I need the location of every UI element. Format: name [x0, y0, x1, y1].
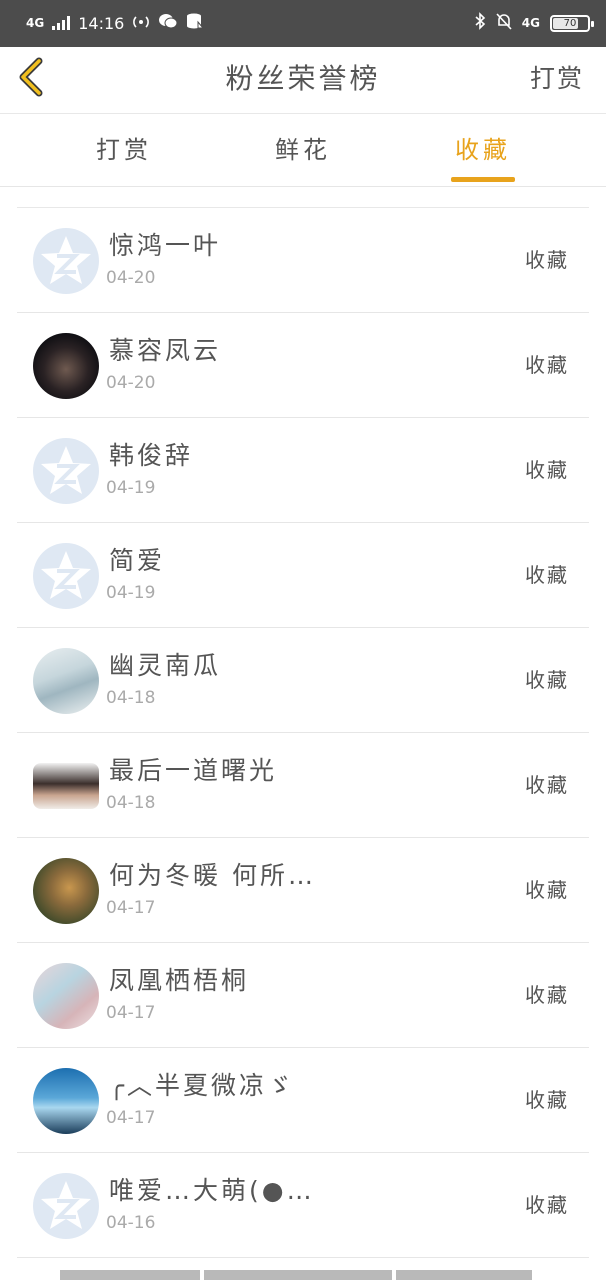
- battery-level: 70: [563, 17, 577, 29]
- default-avatar-icon: [33, 1173, 99, 1239]
- action-label: 收藏: [525, 353, 569, 377]
- fan-name: 幽灵南瓜: [109, 651, 222, 680]
- action-label: 收藏: [525, 1193, 569, 1217]
- action-label: 收藏: [525, 878, 569, 902]
- wechat-icon: [158, 13, 178, 33]
- default-avatar-icon: [33, 543, 99, 609]
- action-label: 收藏: [525, 668, 569, 692]
- avatar: [33, 1068, 99, 1134]
- tab-flowers[interactable]: 鲜花: [243, 130, 363, 165]
- bell-muted-icon: [496, 12, 512, 34]
- list-item[interactable]: 唯爱…大萌(●… 04-16 收藏: [17, 1153, 589, 1258]
- network-type-left: 4G: [26, 16, 45, 30]
- hotspot-icon: [132, 14, 150, 33]
- tab-reward[interactable]: 打赏: [64, 130, 184, 165]
- tab-bar: 打赏 鲜花 收藏: [0, 114, 606, 187]
- list-item[interactable]: 最后一道曙光 04-18 收藏: [17, 733, 589, 838]
- avatar: [33, 858, 99, 924]
- action-label: 收藏: [525, 458, 569, 482]
- list-item[interactable]: 何为冬暖 何所… 04-17 收藏: [17, 838, 589, 943]
- active-tab-indicator: [451, 177, 515, 182]
- action-label: 收藏: [525, 248, 569, 272]
- action-label: 收藏: [525, 1088, 569, 1112]
- fan-name: 凤凰栖梧桐: [109, 966, 250, 995]
- action-label: 收藏: [525, 983, 569, 1007]
- status-right: 4G 70: [474, 12, 594, 34]
- list-item[interactable]: ╭︿半夏微凉ゞ 04-17 收藏: [17, 1048, 589, 1153]
- status-left: 4G 14:16: [26, 12, 205, 34]
- status-bar: 4G 14:16 4G 70: [0, 0, 606, 47]
- clock: 14:16: [78, 13, 125, 33]
- fan-name: 惊鸿一叶: [109, 231, 222, 260]
- fan-name: 简爱: [109, 546, 166, 575]
- signal-icon: [52, 16, 71, 30]
- fan-date: 04-20: [106, 373, 156, 393]
- fan-name: 何为冬暖 何所…: [109, 861, 316, 890]
- list-item[interactable]: 韩俊辞 04-19 收藏: [17, 418, 589, 523]
- fan-date: 04-19: [106, 583, 156, 603]
- fan-name: 唯爱…大萌(●…: [109, 1176, 315, 1205]
- fan-date: 04-17: [106, 898, 156, 918]
- avatar: [33, 333, 99, 399]
- avatar: [33, 763, 99, 809]
- list-item[interactable]: 简爱 04-19 收藏: [17, 523, 589, 628]
- list-item[interactable]: 凤凰栖梧桐 04-17 收藏: [17, 943, 589, 1048]
- network-type-right: 4G: [521, 16, 540, 30]
- next-row-peek: [0, 1270, 606, 1280]
- reward-button[interactable]: 打赏: [530, 59, 584, 95]
- fan-name: ╭︿半夏微凉ゞ: [109, 1071, 296, 1100]
- list-item[interactable]: 幽灵南瓜 04-18 收藏: [17, 628, 589, 733]
- fan-name: 慕容凤云: [109, 336, 222, 365]
- battery-icon: 70: [550, 14, 594, 32]
- tab-favorites[interactable]: 收藏: [423, 130, 543, 165]
- list-item[interactable]: 慕容凤云 04-20 收藏: [17, 313, 589, 418]
- avatar: [33, 963, 99, 1029]
- fan-date: 04-17: [106, 1108, 156, 1128]
- fan-list: 惊鸿一叶 04-20 收藏 慕容凤云 04-20 收藏 韩俊辞 04-19 收藏…: [17, 207, 589, 1258]
- fan-date: 04-20: [106, 268, 156, 288]
- fan-date: 04-18: [106, 688, 156, 708]
- fan-date: 04-19: [106, 478, 156, 498]
- fan-date: 04-17: [106, 1003, 156, 1023]
- data-saver-icon: [186, 13, 205, 33]
- action-label: 收藏: [525, 773, 569, 797]
- fan-date: 04-16: [106, 1213, 156, 1233]
- fan-name: 最后一道曙光: [109, 756, 278, 785]
- bluetooth-icon: [474, 12, 486, 34]
- avatar: [33, 648, 99, 714]
- default-avatar-icon: [33, 228, 99, 294]
- list-item[interactable]: 惊鸿一叶 04-20 收藏: [17, 208, 589, 313]
- action-label: 收藏: [525, 563, 569, 587]
- page-title: 粉丝荣誉榜: [225, 62, 381, 95]
- default-avatar-icon: [33, 438, 99, 504]
- nav-bar: 粉丝荣誉榜 打赏: [0, 47, 606, 114]
- fan-name: 韩俊辞: [109, 441, 194, 470]
- fan-date: 04-18: [106, 793, 156, 813]
